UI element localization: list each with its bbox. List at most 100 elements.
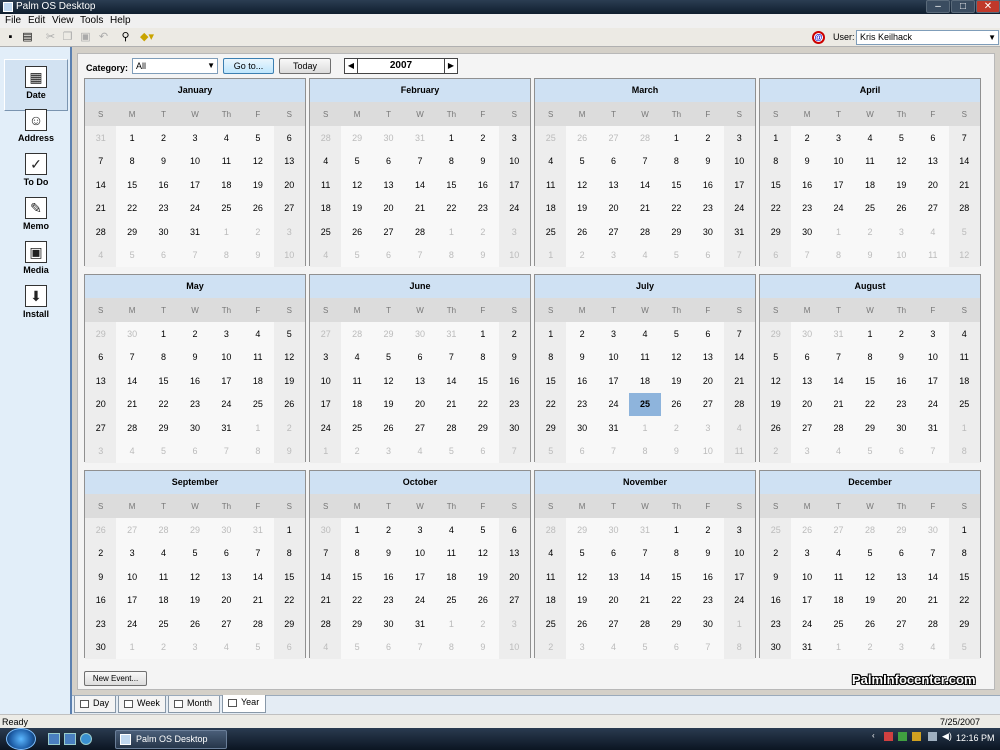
day-cell[interactable]: 28 <box>535 518 567 542</box>
day-cell[interactable]: 10 <box>791 565 823 589</box>
day-cell[interactable]: 1 <box>210 220 243 244</box>
day-cell[interactable]: 2 <box>147 126 180 150</box>
day-cell[interactable]: 1 <box>948 416 980 440</box>
day-cell[interactable]: 1 <box>435 220 468 244</box>
print-icon[interactable]: ▤ <box>21 31 34 44</box>
close-button[interactable]: ✕ <box>976 0 1000 13</box>
day-cell[interactable]: 21 <box>917 588 949 612</box>
day-cell[interactable]: 23 <box>791 196 823 220</box>
day-cell[interactable]: 12 <box>566 173 598 197</box>
day-cell[interactable]: 14 <box>822 369 855 393</box>
day-cell[interactable]: 28 <box>147 518 180 542</box>
day-cell[interactable]: 31 <box>597 416 630 440</box>
day-cell[interactable]: 29 <box>760 220 792 244</box>
day-cell[interactable]: 20 <box>372 196 405 220</box>
start-button[interactable] <box>6 728 36 750</box>
day-cell[interactable]: 24 <box>791 612 823 636</box>
day-cell[interactable]: 31 <box>242 518 274 542</box>
day-cell[interactable]: 9 <box>692 541 724 565</box>
day-cell[interactable]: 27 <box>85 416 117 440</box>
day-cell[interactable]: 27 <box>885 612 918 636</box>
day-cell[interactable]: 14 <box>917 565 949 589</box>
day-cell[interactable]: 19 <box>273 369 305 393</box>
day-cell[interactable]: 10 <box>210 345 243 369</box>
day-cell[interactable]: 20 <box>498 565 530 589</box>
day-cell[interactable]: 29 <box>341 612 373 636</box>
day-cell[interactable]: 2 <box>179 322 211 346</box>
day-cell[interactable]: 7 <box>404 149 436 173</box>
day-cell[interactable]: 9 <box>692 149 724 173</box>
day-cell[interactable]: 3 <box>822 126 855 150</box>
day-cell[interactable]: 2 <box>760 439 792 463</box>
day-cell[interactable]: 18 <box>822 588 855 612</box>
paste-icon[interactable]: ▣ <box>79 31 92 44</box>
day-cell[interactable]: 7 <box>917 541 949 565</box>
day-cell[interactable]: 13 <box>597 173 630 197</box>
day-cell[interactable]: 7 <box>791 243 823 267</box>
day-cell[interactable]: 22 <box>535 392 567 416</box>
day-cell[interactable]: 2 <box>854 220 886 244</box>
day-cell[interactable]: 30 <box>791 322 823 346</box>
day-cell[interactable]: 21 <box>629 588 661 612</box>
day-cell[interactable]: 30 <box>210 518 243 542</box>
day-cell[interactable]: 9 <box>566 345 598 369</box>
day-cell[interactable]: 9 <box>179 345 211 369</box>
day-cell[interactable]: 27 <box>791 416 823 440</box>
day-cell[interactable]: 19 <box>660 369 693 393</box>
day-cell[interactable]: 26 <box>566 612 598 636</box>
find-icon[interactable]: ⚲ <box>119 31 132 44</box>
day-cell[interactable]: 6 <box>692 243 724 267</box>
day-cell[interactable]: 8 <box>147 345 180 369</box>
day-cell[interactable]: 28 <box>310 612 342 636</box>
day-cell[interactable]: 9 <box>760 565 792 589</box>
day-cell[interactable]: 7 <box>723 322 755 346</box>
day-cell[interactable]: 1 <box>822 635 855 659</box>
day-cell[interactable]: 30 <box>692 612 724 636</box>
day-cell[interactable]: 4 <box>147 541 180 565</box>
day-cell[interactable]: 3 <box>885 220 918 244</box>
day-cell[interactable]: 30 <box>760 635 792 659</box>
month-title[interactable]: August <box>760 275 980 298</box>
day-cell[interactable]: 1 <box>760 126 792 150</box>
day-cell[interactable]: 28 <box>723 392 755 416</box>
next-year-button[interactable]: ▶ <box>444 58 458 74</box>
day-cell[interactable]: 31 <box>822 322 855 346</box>
day-cell[interactable]: 3 <box>210 322 243 346</box>
day-cell[interactable]: 20 <box>273 173 305 197</box>
day-cell[interactable]: 31 <box>435 322 468 346</box>
day-cell[interactable]: 5 <box>341 635 373 659</box>
day-cell[interactable]: 21 <box>310 588 342 612</box>
day-cell[interactable]: 10 <box>723 149 755 173</box>
day-cell[interactable]: 28 <box>404 220 436 244</box>
day-cell[interactable]: 7 <box>85 149 117 173</box>
day-cell[interactable]: 25 <box>242 392 274 416</box>
day-cell[interactable]: 19 <box>179 588 211 612</box>
day-cell[interactable]: 15 <box>435 173 468 197</box>
day-cell[interactable]: 6 <box>179 439 211 463</box>
day-cell[interactable]: 3 <box>372 439 405 463</box>
day-cell[interactable]: 29 <box>760 322 792 346</box>
day-cell[interactable]: 7 <box>692 635 724 659</box>
day-cell[interactable]: 5 <box>660 322 693 346</box>
tab-year[interactable]: Year <box>222 695 266 713</box>
day-cell[interactable]: 29 <box>660 220 693 244</box>
day-cell[interactable]: 27 <box>116 518 148 542</box>
day-cell[interactable]: 13 <box>404 369 436 393</box>
day-cell[interactable]: 31 <box>629 518 661 542</box>
day-cell[interactable]: 2 <box>372 518 405 542</box>
day-cell[interactable]: 4 <box>948 322 980 346</box>
day-cell[interactable]: 2 <box>535 635 567 659</box>
day-cell[interactable]: 25 <box>310 220 342 244</box>
day-cell[interactable]: 2 <box>467 220 499 244</box>
day-cell[interactable]: 16 <box>498 369 530 393</box>
cut-icon[interactable]: ✂ <box>44 31 57 44</box>
day-cell[interactable]: 7 <box>723 243 755 267</box>
taskbar-clock[interactable]: 12:16 PM <box>956 733 995 743</box>
day-cell[interactable]: 21 <box>85 196 117 220</box>
day-cell[interactable]: 8 <box>854 345 886 369</box>
browser-icon[interactable] <box>80 733 92 745</box>
day-cell[interactable]: 3 <box>723 518 755 542</box>
day-cell[interactable]: 1 <box>629 416 661 440</box>
user-select[interactable]: Kris Keilhack ▼ <box>856 30 999 45</box>
day-cell[interactable]: 6 <box>85 345 117 369</box>
